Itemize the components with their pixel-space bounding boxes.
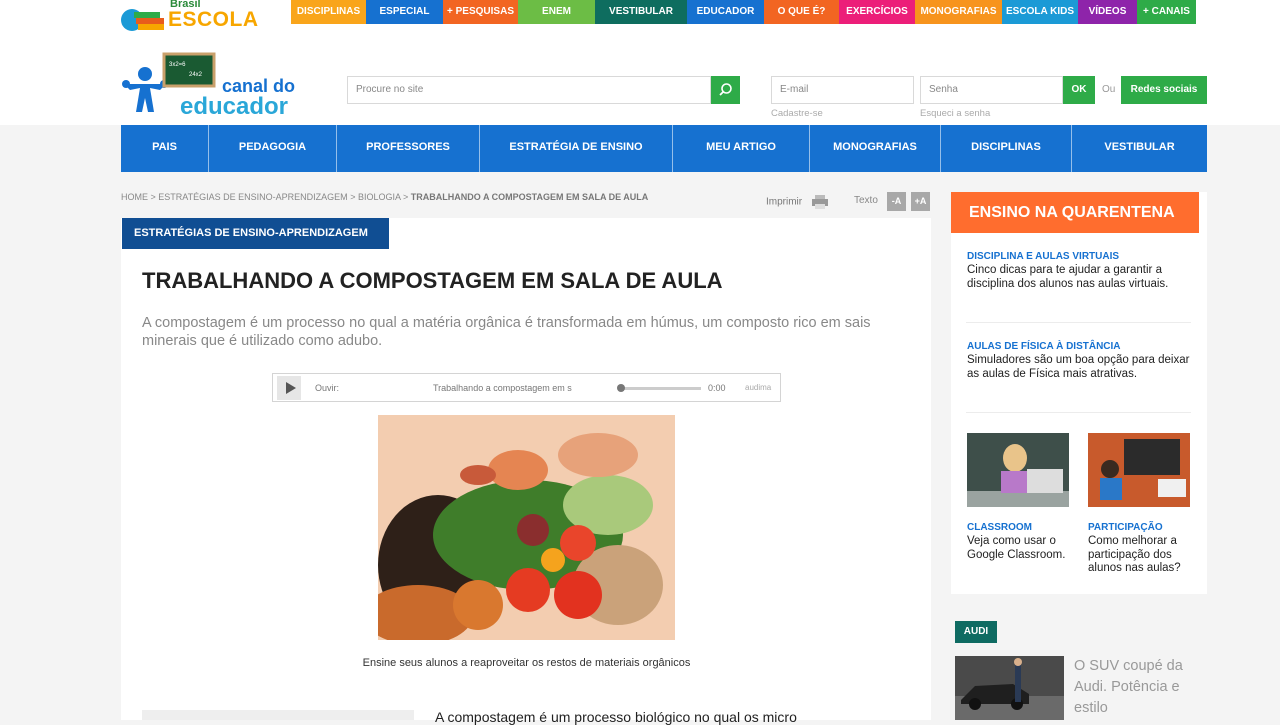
brand-big-text: ESCOLA bbox=[168, 8, 259, 31]
sidebar-item-text[interactable]: Veja como usar o Google Classroom. bbox=[967, 535, 1072, 562]
nav-professores[interactable]: PROFESSORES bbox=[337, 125, 480, 172]
sidebar-item-category[interactable]: PARTICIPAÇÃO bbox=[1088, 522, 1163, 533]
board-text-1: 3x2=6 bbox=[169, 62, 186, 68]
text-size-label: Texto bbox=[854, 195, 878, 206]
topnav-videos[interactable]: VÍDEOS bbox=[1078, 0, 1137, 24]
decrease-font-button[interactable]: -A bbox=[887, 192, 906, 211]
audio-progress-track[interactable] bbox=[619, 387, 701, 390]
login-ok-button[interactable]: OK bbox=[1063, 76, 1095, 104]
divider bbox=[966, 412, 1191, 413]
sidebar-item-text[interactable]: Cinco dicas para te ajudar a garantir a … bbox=[967, 264, 1192, 291]
image-caption: Ensine seus alunos a reaproveitar os res… bbox=[362, 657, 691, 669]
audio-player: Ouvir: Trabalhando a compostagem em s 0:… bbox=[272, 373, 781, 402]
password-field[interactable]: Senha bbox=[920, 76, 1063, 104]
nav-pedagogia[interactable]: PEDAGOGIA bbox=[209, 125, 337, 172]
increase-font-button[interactable]: +A bbox=[911, 192, 930, 211]
email-field[interactable]: E-mail bbox=[771, 76, 914, 104]
article-title: TRABALHANDO A COMPOSTAGEM EM SALA DE AUL… bbox=[142, 268, 723, 293]
breadcrumb-current: TRABALHANDO A COMPOSTAGEM EM SALA DE AUL… bbox=[410, 192, 649, 202]
audio-title: Trabalhando a compostagem em s bbox=[433, 383, 572, 393]
print-button[interactable]: Imprimir bbox=[766, 195, 829, 209]
compost-image bbox=[378, 415, 675, 640]
nav-disciplinas[interactable]: DISCIPLINAS bbox=[941, 125, 1072, 172]
breadcrumb-home[interactable]: HOME bbox=[121, 192, 148, 202]
sidebar-heading[interactable]: ENSINO NA QUARENTENA bbox=[951, 192, 1199, 233]
breadcrumb-separator: > bbox=[350, 192, 356, 202]
search-icon bbox=[719, 83, 732, 96]
sidebar-item-text[interactable]: Simuladores são um boa opção para deixar… bbox=[967, 354, 1192, 381]
audio-listen-label: Ouvir: bbox=[315, 383, 340, 393]
ad-text[interactable]: O SUV coupé da Audi. Potência e estilo bbox=[1074, 656, 1204, 719]
ad-brand-tag[interactable]: AUDI bbox=[955, 621, 997, 643]
breadcrumb-level2[interactable]: BIOLOGIA bbox=[358, 192, 401, 202]
audio-progress-handle[interactable] bbox=[617, 384, 625, 392]
nav-estrategia-de-ensino[interactable]: ESTRATÉGIA DE ENSINO bbox=[480, 125, 673, 172]
brasil-escola-logo[interactable]: Brasil ESCOLA bbox=[120, 0, 258, 36]
topnav-canais[interactable]: + CANAIS bbox=[1137, 0, 1196, 24]
logo-line-2: educador bbox=[180, 93, 288, 120]
register-link[interactable]: Cadastre-se bbox=[771, 108, 823, 119]
nav-pais[interactable]: PAIS bbox=[121, 125, 209, 172]
sidebar-item-category[interactable]: AULAS DE FÍSICA À DISTÂNCIA bbox=[967, 341, 1121, 352]
audio-brand[interactable]: audima bbox=[745, 383, 771, 392]
topnav-pesquisas[interactable]: + PESQUISAS bbox=[443, 0, 518, 24]
search-button[interactable] bbox=[711, 76, 740, 104]
topnav-monografias[interactable]: MONOGRAFIAS bbox=[915, 0, 1002, 24]
article-lead: A compostagem é um processo no qual a ma… bbox=[142, 315, 871, 349]
search-input[interactable]: Procure no site bbox=[347, 76, 711, 104]
audio-time: 0:00 bbox=[708, 383, 726, 393]
ad-car-image[interactable] bbox=[955, 656, 1064, 720]
breadcrumb-separator: > bbox=[403, 192, 409, 202]
topnav-exercicios[interactable]: EXERCÍCIOS bbox=[839, 0, 915, 24]
topnav-vestibular[interactable]: VESTIBULAR bbox=[595, 0, 687, 24]
divider bbox=[966, 322, 1191, 323]
breadcrumb: HOME > ESTRATÉGIAS DE ENSINO-APRENDIZAGE… bbox=[121, 192, 648, 202]
topnav-o-que-e[interactable]: O QUE É? bbox=[764, 0, 839, 24]
forgot-password-link[interactable]: Esqueci a senha bbox=[920, 108, 990, 119]
topnav-educador[interactable]: EDUCADOR bbox=[687, 0, 764, 24]
article-body-start: A compostagem é um processo biológico no… bbox=[435, 709, 797, 725]
participation-thumbnail[interactable] bbox=[1088, 433, 1190, 507]
canal-do-educador-logo[interactable]: 3x2=6 24x2 canal do educador bbox=[120, 52, 310, 122]
breadcrumb-separator: > bbox=[150, 192, 156, 202]
teacher-figure-icon: 3x2=6 24x2 canal do educador bbox=[122, 52, 295, 120]
board-text-2: 24x2 bbox=[189, 72, 203, 78]
sidebar-item-category[interactable]: DISCIPLINA E AULAS VIRTUAIS bbox=[967, 251, 1119, 262]
printer-icon bbox=[811, 195, 828, 209]
breadcrumb-level1[interactable]: ESTRATÉGIAS DE ENSINO-APRENDIZAGEM bbox=[158, 192, 347, 202]
nav-vestibular[interactable]: VESTIBULAR bbox=[1072, 125, 1207, 172]
play-icon[interactable] bbox=[277, 376, 301, 400]
nav-monografias[interactable]: MONOGRAFIAS bbox=[810, 125, 941, 172]
portal-top-nav: DISCIPLINAS ESPECIAL + PESQUISAS ENEM VE… bbox=[291, 0, 1196, 24]
article-category-tag[interactable]: ESTRATÉGIAS DE ENSINO-APRENDIZAGEM bbox=[122, 218, 389, 249]
social-login-button[interactable]: Redes sociais bbox=[1121, 76, 1207, 104]
topnav-enem[interactable]: ENEM bbox=[518, 0, 595, 24]
or-label: Ou bbox=[1102, 84, 1116, 95]
sidebar-item-category[interactable]: CLASSROOM bbox=[967, 522, 1032, 533]
sidebar-item-text[interactable]: Como melhorar a participação dos alunos … bbox=[1088, 535, 1200, 576]
classroom-thumbnail[interactable] bbox=[967, 433, 1069, 507]
inline-ad-placeholder bbox=[142, 710, 414, 720]
print-label: Imprimir bbox=[766, 196, 803, 208]
topnav-disciplinas[interactable]: DISCIPLINAS bbox=[291, 0, 366, 24]
nav-meu-artigo[interactable]: MEU ARTIGO bbox=[673, 125, 810, 172]
topnav-especial[interactable]: ESPECIAL bbox=[366, 0, 443, 24]
main-nav: PAIS PEDAGOGIA PROFESSORES ESTRATÉGIA DE… bbox=[121, 125, 1207, 172]
topnav-escola-kids[interactable]: ESCOLA KIDS bbox=[1002, 0, 1078, 24]
books-icon bbox=[121, 9, 164, 31]
